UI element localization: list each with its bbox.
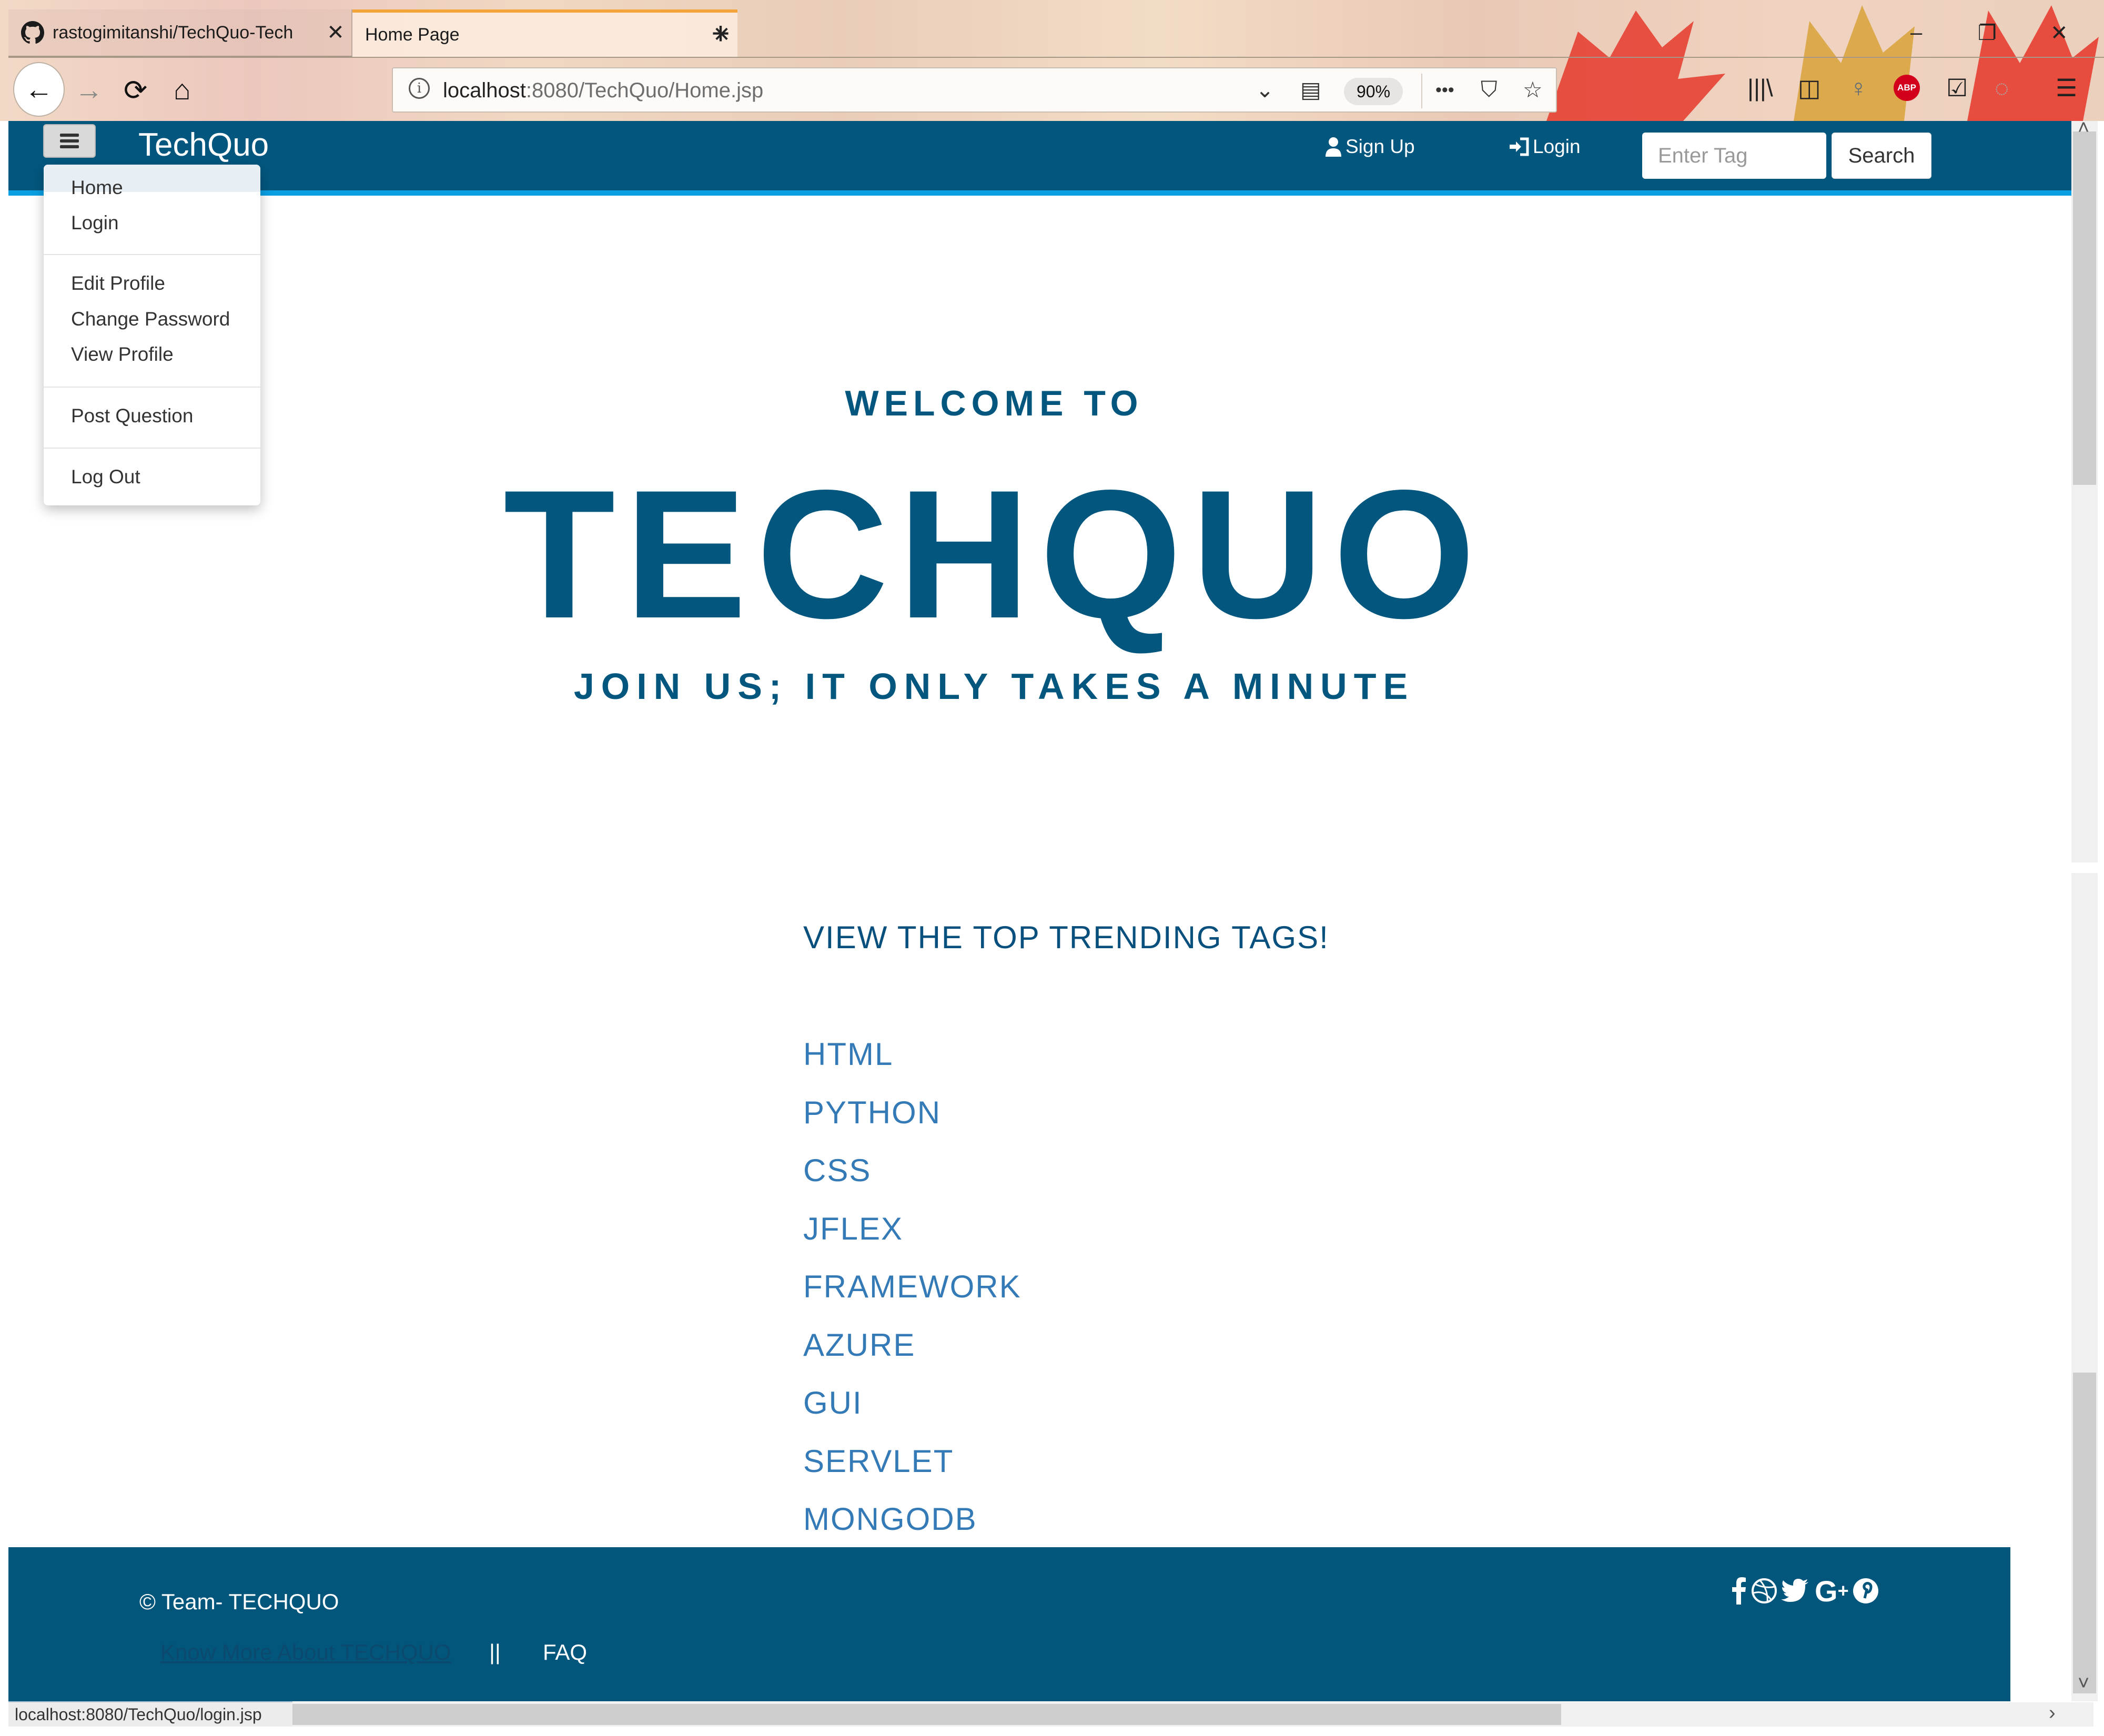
back-arrow-icon: ← (25, 74, 53, 105)
tab-title: rastogimitanshi/TechQuo-Tech (53, 22, 294, 43)
tab-title: Home Page (365, 24, 460, 45)
login-label: Login (1533, 136, 1581, 157)
reload-button[interactable]: ⟳ (124, 74, 147, 107)
footer-copyright: © Team- TECHQUO (139, 1589, 339, 1614)
back-button[interactable]: ← (13, 62, 65, 117)
menu-divider (44, 448, 260, 449)
lightbulb-extension-icon[interactable]: ♀ (1849, 74, 1868, 102)
bookmark-star-icon[interactable]: ☆ (1523, 77, 1543, 103)
dribbble-icon[interactable] (1751, 1577, 1778, 1605)
tab-home-page[interactable]: Home Page ✕ (352, 9, 737, 57)
nav-dropdown-menu: Home Login Edit Profile Change Password … (44, 165, 260, 505)
toolbar-divider (8, 57, 2104, 58)
url-dropdown-icon[interactable]: ⌄ (1256, 77, 1274, 103)
vertical-scrollbar-thumb[interactable] (2073, 131, 2096, 485)
adblock-plus-icon[interactable]: ABP (1894, 75, 1920, 101)
menu-divider (44, 254, 260, 255)
scroll-down-icon[interactable]: ˅ (2078, 1672, 2089, 1695)
url-divider (1421, 74, 1422, 108)
scroll-up-icon[interactable]: ˄ (2078, 117, 2089, 139)
new-tab-button[interactable]: + (705, 9, 736, 57)
brand-logo[interactable]: TechQuo (138, 126, 269, 164)
search-button[interactable]: Search (1832, 133, 1931, 179)
site-info-icon[interactable]: i (409, 78, 430, 99)
github-icon (21, 21, 44, 44)
menu-toggle-button[interactable] (43, 124, 96, 158)
hero-welcome-text: WELCOME TO (845, 383, 1144, 423)
menu-icon (60, 134, 79, 148)
menu-item-view-profile[interactable]: View Profile (71, 343, 174, 366)
trending-tags-header: VIEW THE TOP TRENDING TAGS! (803, 920, 1329, 955)
user-icon (1326, 137, 1341, 157)
hero-tagline: JOIN US; IT ONLY TAKES A MINUTE (573, 666, 1415, 707)
trending-tag-link[interactable]: CSS (803, 1152, 871, 1189)
site-footer (8, 1547, 2010, 1701)
page-actions-icon[interactable]: ••• (1435, 80, 1454, 100)
restore-icon[interactable]: ❐ (1978, 21, 1997, 45)
footer-separator: || (489, 1640, 501, 1664)
pocket-icon[interactable]: ⛉ (1481, 77, 1498, 103)
zoom-level-badge[interactable]: 90% (1344, 78, 1403, 105)
menu-item-edit-profile[interactable]: Edit Profile (71, 272, 165, 295)
tab-close-icon[interactable]: ✕ (320, 21, 351, 45)
trending-tag-link[interactable]: AZURE (803, 1327, 915, 1363)
hamburger-menu-icon[interactable]: ☰ (2056, 74, 2077, 102)
status-bar-url: localhost:8080/TechQuo/login.jsp (8, 1701, 292, 1727)
screenshot-icon[interactable]: ☑ (1946, 74, 1968, 102)
url-text[interactable]: localhost:8080/TechQuo/Home.jsp (443, 79, 763, 103)
trending-tag-link[interactable]: PYTHON (803, 1094, 941, 1131)
trending-tag-link[interactable]: MONGODB (803, 1501, 977, 1537)
forward-button[interactable]: → (75, 74, 103, 106)
trending-tag-link[interactable]: FRAMEWORK (803, 1268, 1021, 1305)
signup-label: Sign Up (1346, 136, 1415, 157)
tab-strip: rastogimitanshi/TechQuo-Tech ✕ Home Page… (8, 9, 2104, 58)
trending-tag-link[interactable]: SERVLET (803, 1443, 954, 1479)
url-bar[interactable]: i localhost:8080/TechQuo/Home.jsp ⌄ ▤ 90… (392, 67, 1557, 113)
library-icon[interactable]: |||\ (1747, 74, 1773, 102)
google-plus-icon[interactable]: G (1815, 1574, 1838, 1608)
menu-item-change-password[interactable]: Change Password (71, 308, 230, 330)
menu-item-home[interactable]: Home (71, 177, 123, 199)
trending-tag-link[interactable]: HTML (803, 1036, 893, 1072)
navbar-accent-line (8, 190, 2071, 196)
reader-view-icon[interactable]: ▤ (1300, 77, 1321, 103)
pinterest-icon[interactable] (1852, 1577, 1879, 1605)
hero-title: TECHQUO (503, 452, 1485, 656)
social-links: G + (1731, 1574, 1879, 1608)
minimize-icon[interactable]: – (1910, 21, 1922, 45)
trending-tag-link[interactable]: JFLEX (803, 1211, 903, 1247)
home-button[interactable]: ⌂ (174, 74, 191, 106)
scroll-right-icon[interactable]: › (2049, 1702, 2056, 1724)
sidebar-icon[interactable]: ◫ (1798, 74, 1820, 102)
sync-icon[interactable]: ◌ (1995, 74, 2009, 102)
window-close-icon[interactable]: ✕ (2050, 21, 2068, 45)
tag-search-input[interactable] (1642, 133, 1826, 179)
menu-item-login[interactable]: Login (71, 212, 119, 234)
horizontal-scrollbar-thumb[interactable] (292, 1704, 1561, 1725)
faq-link[interactable]: FAQ (543, 1640, 587, 1665)
facebook-icon[interactable] (1731, 1577, 1746, 1605)
twitter-icon[interactable] (1781, 1579, 1809, 1603)
login-link[interactable]: Login (1509, 136, 1581, 158)
tab-github[interactable]: rastogimitanshi/TechQuo-Tech ✕ (8, 9, 352, 57)
know-more-link[interactable]: Know More About TECHQUO (160, 1640, 451, 1665)
trending-tag-link[interactable]: GUI (803, 1385, 863, 1421)
vertical-scrollbar-thumb[interactable] (2073, 1373, 2096, 1693)
signup-link[interactable]: Sign Up (1324, 136, 1415, 158)
login-icon (1510, 137, 1529, 156)
